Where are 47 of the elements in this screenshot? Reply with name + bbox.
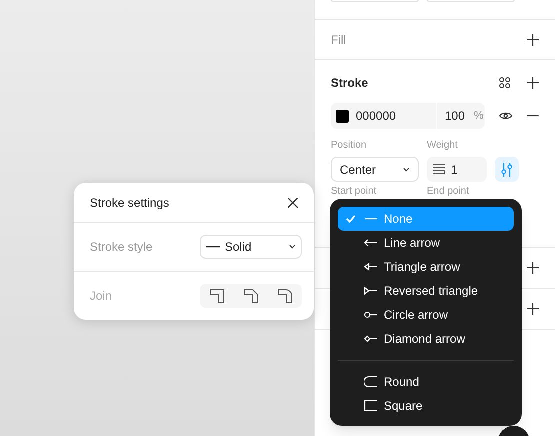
bevel-join-icon[interactable]: [244, 288, 258, 304]
add-icon[interactable]: [527, 77, 539, 89]
styles-grid-icon[interactable]: [499, 77, 511, 89]
weight-label: Weight: [427, 139, 459, 153]
chevron-down-icon: [403, 168, 410, 172]
add-icon[interactable]: [527, 34, 539, 46]
fill-label: Fill: [331, 32, 346, 48]
diamond-arrow-icon: [364, 333, 378, 345]
stroke-style-label: Stroke style: [90, 239, 153, 256]
eye-icon[interactable]: [499, 111, 514, 121]
stroke-settings-button[interactable]: [495, 157, 519, 182]
weight-lines-icon: [433, 164, 445, 175]
opacity-value: 100: [445, 108, 466, 125]
add-icon[interactable]: [527, 262, 539, 274]
checkmark-icon: [346, 215, 356, 223]
weight-field[interactable]: 1: [427, 157, 487, 182]
menu-item[interactable]: Triangle arrow: [338, 255, 514, 279]
add-icon[interactable]: [527, 303, 539, 315]
round-cap-icon: [364, 376, 378, 388]
dialog-title: Stroke settings: [90, 194, 170, 212]
color-field[interactable]: 000000 100 %: [331, 103, 486, 129]
position-select[interactable]: Center: [331, 157, 419, 182]
miter-join-icon[interactable]: [210, 288, 224, 304]
solid-line-icon: [206, 246, 220, 248]
arrow-left-icon: [364, 237, 378, 249]
menu-item[interactable]: Square: [338, 394, 514, 418]
stroke-style-select[interactable]: Solid: [200, 235, 302, 259]
reversed-triangle-icon: [364, 285, 378, 297]
join-label: Join: [90, 288, 112, 305]
hex-value: 000000: [356, 108, 398, 125]
menu-item[interactable]: Reversed triangle: [338, 279, 514, 303]
sliders-icon: [501, 162, 513, 176]
chevron-down-icon: [289, 245, 296, 249]
stroke-label: Stroke: [331, 75, 368, 92]
position-label: Position: [331, 139, 368, 153]
square-cap-icon: [364, 400, 378, 412]
menu-item[interactable]: Diamond arrow: [338, 327, 514, 351]
menu-item[interactable]: Line arrow: [338, 231, 514, 255]
menu-item[interactable]: Round: [338, 370, 514, 394]
percent-sign: %: [474, 108, 484, 124]
triangle-arrow-icon: [364, 261, 378, 273]
close-icon[interactable]: [288, 198, 298, 208]
round-join-icon[interactable]: [278, 288, 292, 304]
start-point-label: Start point: [331, 185, 378, 199]
menu-item[interactable]: Circle arrow: [338, 303, 514, 327]
circle-arrow-icon: [364, 309, 378, 321]
end-point-label: End point: [427, 185, 470, 199]
